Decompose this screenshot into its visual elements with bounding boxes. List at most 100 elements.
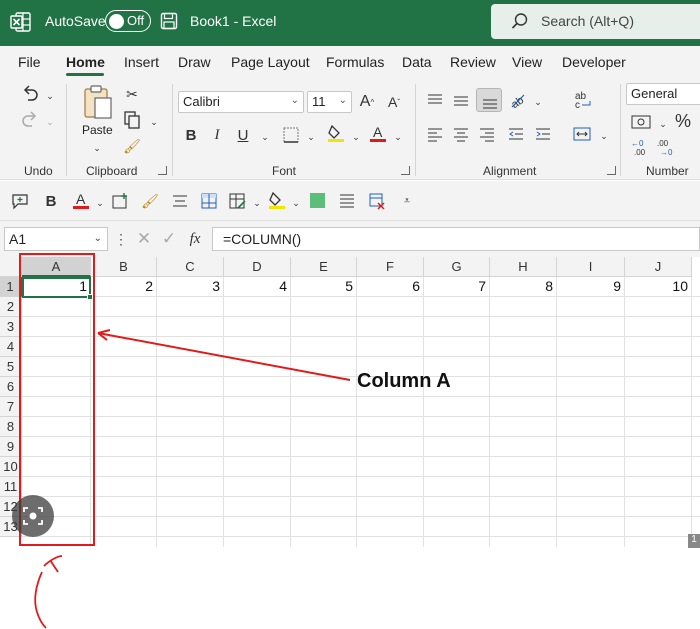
delete-cells-icon[interactable] [367,191,387,211]
number-format-select[interactable]: General [626,83,700,105]
worksheet-grid[interactable]: A B C D E F G H I J 1 2 3 4 5 6 7 8 9 10 11 12 13 1 2 3 4 5 6 7 8 9 10 [0,257,700,547]
cell-styles-icon[interactable] [227,191,247,211]
align-right-icon[interactable] [477,124,497,144]
decrease-indent-icon[interactable] [506,124,526,144]
increase-font-icon[interactable]: A ^ [357,92,377,112]
qat-align-center-icon[interactable] [170,191,190,211]
insert-function-button[interactable]: fx [185,229,205,249]
cell-j1[interactable]: 10 [625,278,692,297]
underline-dropdown-icon[interactable]: ⌄ [255,127,275,147]
cell-g1[interactable]: 7 [424,278,490,297]
cell-c1[interactable]: 3 [157,278,224,297]
alignment-launcher-icon[interactable] [607,166,616,175]
font-size-select[interactable]: 11 ⌄ [307,91,352,113]
search-box[interactable]: Search (Alt+Q) [491,4,700,39]
tab-insert[interactable]: Insert [124,54,159,70]
qat-bold-button[interactable]: B [41,191,61,211]
column-header-h[interactable]: H [490,257,557,277]
merge-center-icon[interactable] [572,124,592,144]
tab-formulas[interactable]: Formulas [326,54,384,70]
decrease-decimal-icon[interactable]: .00→0 [656,138,678,158]
font-color-dropdown-icon[interactable]: ⌄ [388,127,408,147]
align-left-icon[interactable] [425,124,445,144]
cell-b1[interactable]: 2 [91,278,157,297]
autosave-toggle[interactable]: Off [105,10,151,32]
italic-button[interactable]: I [207,125,227,145]
copy-dropdown-icon[interactable]: ⌄ [144,112,164,132]
column-header-b[interactable]: B [91,257,157,277]
orientation-icon[interactable]: ab [508,90,528,110]
column-header-j[interactable]: J [625,257,692,277]
cut-icon[interactable]: ✂ [122,84,142,104]
tab-data[interactable]: Data [402,54,432,70]
new-comment-icon[interactable] [10,191,30,211]
clipboard-launcher-icon[interactable] [158,166,167,175]
borders-dropdown-icon[interactable]: ⌄ [301,127,321,147]
tab-page-layout[interactable]: Page Layout [231,54,310,70]
green-swatch-icon[interactable] [310,193,325,208]
insert-cells-icon[interactable] [110,191,130,211]
visual-search-lens[interactable] [12,495,54,537]
redo-dropdown-icon[interactable]: ⌄ [40,112,60,132]
qat-font-color-dropdown-icon[interactable]: ⌄ [90,193,110,213]
fill-color-icon[interactable] [326,123,346,143]
font-color-icon[interactable]: A [368,123,388,143]
column-header-f[interactable]: F [357,257,424,277]
cell-f1[interactable]: 6 [357,278,424,297]
paste-icon[interactable] [82,84,114,120]
paste-label[interactable]: Paste [82,123,113,137]
tab-file[interactable]: File [18,54,41,70]
percent-style-icon[interactable]: % [673,111,693,131]
orientation-dropdown-icon[interactable]: ⌄ [528,92,548,112]
tab-developer[interactable]: Developer [562,54,626,70]
formula-input[interactable]: =COLUMN() [212,227,700,251]
name-box[interactable]: A1 ⌄ [4,227,108,251]
tab-home[interactable]: Home [66,54,105,70]
customize-qat-icon[interactable]: ⩡ [397,191,417,211]
qat-format-painter-icon[interactable]: 🖌 [140,191,160,211]
qat-justify-icon[interactable] [337,191,357,211]
save-icon[interactable] [160,12,178,30]
redo-icon[interactable] [20,110,40,130]
format-as-table-icon[interactable] [199,191,219,211]
column-header-d[interactable]: D [224,257,291,277]
accounting-format-icon[interactable] [630,112,652,132]
cancel-icon[interactable]: ✕ [134,229,154,249]
qat-font-color-icon[interactable]: A [71,190,91,210]
wrap-text-icon[interactable]: abc [572,90,596,110]
align-bottom-button[interactable] [476,88,502,112]
underline-button[interactable]: U [233,125,253,145]
cell-e1[interactable]: 5 [291,278,357,297]
cell-i1[interactable]: 9 [557,278,625,297]
cell-styles-dropdown-icon[interactable]: ⌄ [247,193,267,213]
increase-decimal-icon[interactable]: ←0.00 [630,138,652,158]
decrease-font-icon[interactable]: Aˇ [384,92,404,112]
borders-icon[interactable] [281,125,301,145]
column-header-e[interactable]: E [291,257,357,277]
tab-view[interactable]: View [512,54,542,70]
cell-h1[interactable]: 8 [490,278,557,297]
enter-icon[interactable]: ✓ [159,229,179,249]
qat-fill-color-icon[interactable] [267,190,287,210]
undo-icon[interactable] [20,84,40,104]
format-painter-icon[interactable]: 🖌 [122,136,142,156]
more-options-icon[interactable]: ⋮ [111,229,131,249]
align-middle-icon[interactable] [451,90,471,110]
paste-dropdown-icon[interactable]: ⌄ [87,138,107,158]
undo-dropdown-icon[interactable]: ⌄ [40,86,60,106]
font-launcher-icon[interactable] [401,166,410,175]
bold-button[interactable]: B [181,125,201,145]
accounting-dropdown-icon[interactable]: ⌄ [653,114,673,134]
column-header-i[interactable]: I [557,257,625,277]
qat-fill-color-dropdown-icon[interactable]: ⌄ [286,193,306,213]
cell-d1[interactable]: 4 [224,278,291,297]
align-top-icon[interactable] [425,90,445,110]
font-name-select[interactable]: Calibri ⌄ [178,91,304,113]
column-header-c[interactable]: C [157,257,224,277]
tab-draw[interactable]: Draw [178,54,211,70]
column-header-g[interactable]: G [424,257,490,277]
merge-dropdown-icon[interactable]: ⌄ [594,126,614,146]
align-center-icon[interactable] [451,124,471,144]
fill-color-dropdown-icon[interactable]: ⌄ [346,127,366,147]
tab-review[interactable]: Review [450,54,496,70]
